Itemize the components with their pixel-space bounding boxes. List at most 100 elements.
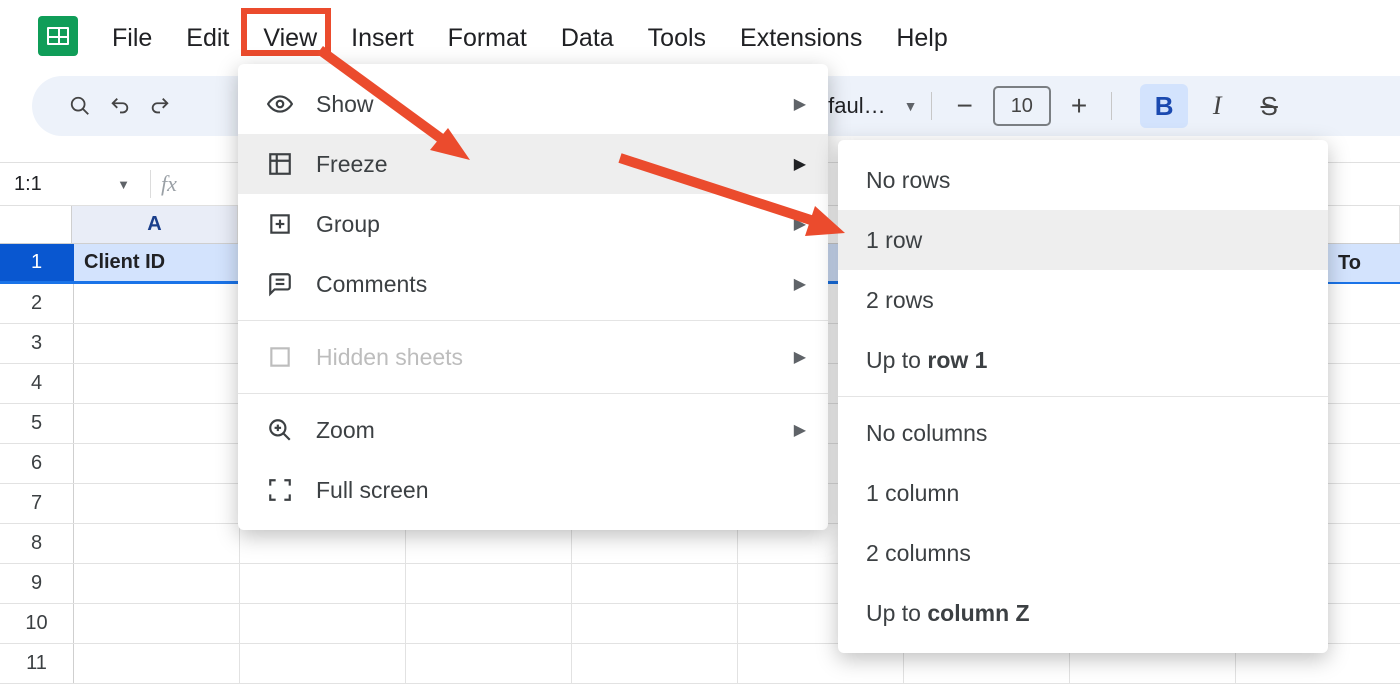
select-all-corner[interactable] xyxy=(0,206,72,243)
freeze-up-to-row[interactable]: Up to row 1 xyxy=(838,330,1328,390)
chevron-down-icon: ▼ xyxy=(904,98,918,114)
font-size-group: − 10 + xyxy=(946,86,1097,126)
cell[interactable] xyxy=(240,644,406,683)
menu-item-label: Group xyxy=(316,211,380,238)
italic-button[interactable]: I xyxy=(1194,84,1240,128)
cell[interactable] xyxy=(240,564,406,603)
decrease-font-size-button[interactable]: − xyxy=(946,90,982,122)
menu-item-label: Hidden sheets xyxy=(316,344,463,371)
row-header[interactable]: 9 xyxy=(0,564,74,603)
cell[interactable] xyxy=(74,564,240,603)
menu-item-label: Show xyxy=(316,91,374,118)
increase-font-size-button[interactable]: + xyxy=(1061,90,1097,122)
comments-icon xyxy=(266,270,294,298)
submenu-arrow-icon: ▶ xyxy=(794,94,806,114)
bold-button[interactable]: B xyxy=(1140,84,1188,128)
hidden-sheets-icon xyxy=(266,343,294,371)
separator xyxy=(150,170,151,198)
cell[interactable] xyxy=(572,644,738,683)
cell[interactable] xyxy=(74,604,240,643)
menubar: File Edit View Insert Format Data Tools … xyxy=(95,14,965,63)
row-header[interactable]: 7 xyxy=(0,484,74,523)
column-header-a[interactable]: A xyxy=(72,206,238,243)
row-header[interactable]: 10 xyxy=(0,604,74,643)
name-box[interactable]: 1:1 ▼ xyxy=(0,173,140,196)
row-header[interactable]: 6 xyxy=(0,444,74,483)
menu-item-full-screen[interactable]: Full screen xyxy=(238,460,828,520)
font-size-input[interactable]: 10 xyxy=(993,86,1051,126)
row-header[interactable]: 11 xyxy=(0,644,74,683)
menu-separator xyxy=(238,393,828,394)
freeze-icon xyxy=(266,150,294,178)
submenu-arrow-icon: ▶ xyxy=(794,154,806,174)
cell[interactable] xyxy=(240,604,406,643)
group-icon xyxy=(266,210,294,238)
undo-icon[interactable] xyxy=(100,86,140,126)
menu-item-group[interactable]: Group ▶ xyxy=(238,194,828,254)
cell-a1[interactable]: Client ID xyxy=(74,244,240,281)
menu-item-zoom[interactable]: Zoom ▶ xyxy=(238,400,828,460)
menu-item-label: 1 column xyxy=(866,480,959,507)
menu-item-label: Comments xyxy=(316,271,427,298)
menu-insert[interactable]: Insert xyxy=(334,14,431,63)
freeze-no-rows[interactable]: No rows xyxy=(838,150,1328,210)
view-dropdown-menu: Show ▶ Freeze ▶ Group ▶ Comments ▶ Hidde… xyxy=(238,64,828,530)
menu-extensions[interactable]: Extensions xyxy=(723,14,879,63)
strikethrough-button[interactable]: S xyxy=(1246,84,1292,128)
cell[interactable] xyxy=(572,564,738,603)
row-header[interactable]: 2 xyxy=(0,284,74,323)
row-header[interactable]: 3 xyxy=(0,324,74,363)
menu-item-label: Full screen xyxy=(316,477,428,504)
freeze-up-to-column[interactable]: Up to column Z xyxy=(838,583,1328,643)
sheets-logo-icon xyxy=(38,16,78,56)
menu-file[interactable]: File xyxy=(95,14,169,63)
menu-item-freeze[interactable]: Freeze ▶ xyxy=(238,134,828,194)
menu-tools[interactable]: Tools xyxy=(631,14,723,63)
menu-item-label: 1 row xyxy=(866,227,922,254)
cell[interactable] xyxy=(572,604,738,643)
menu-item-show[interactable]: Show ▶ xyxy=(238,74,828,134)
search-icon[interactable] xyxy=(60,86,100,126)
cell[interactable] xyxy=(406,564,572,603)
menu-help[interactable]: Help xyxy=(879,14,964,63)
menu-item-comments[interactable]: Comments ▶ xyxy=(238,254,828,314)
menu-item-label: Up to column Z xyxy=(866,600,1030,627)
menu-item-label: 2 columns xyxy=(866,540,971,567)
submenu-arrow-icon: ▶ xyxy=(794,214,806,234)
submenu-arrow-icon: ▶ xyxy=(794,420,806,440)
cell[interactable] xyxy=(74,324,240,363)
row-header[interactable]: 8 xyxy=(0,524,74,563)
toolbar-separator xyxy=(931,92,932,120)
menu-view[interactable]: View xyxy=(246,14,334,63)
toolbar-separator xyxy=(1111,92,1112,120)
cell[interactable] xyxy=(74,524,240,563)
cell[interactable] xyxy=(74,444,240,483)
menu-item-label: Up to row 1 xyxy=(866,347,987,374)
cell[interactable] xyxy=(74,284,240,323)
row-header[interactable]: 4 xyxy=(0,364,74,403)
menu-edit[interactable]: Edit xyxy=(169,14,246,63)
cell[interactable] xyxy=(74,364,240,403)
header-cell-to[interactable]: To xyxy=(1328,244,1400,282)
menu-separator xyxy=(238,320,828,321)
freeze-no-columns[interactable]: No columns xyxy=(838,403,1328,463)
cell[interactable] xyxy=(74,484,240,523)
cell[interactable] xyxy=(74,404,240,443)
menu-separator xyxy=(838,396,1328,397)
freeze-2-columns[interactable]: 2 columns xyxy=(838,523,1328,583)
row-header[interactable]: 1 xyxy=(0,244,74,281)
submenu-arrow-icon: ▶ xyxy=(794,274,806,294)
freeze-1-column[interactable]: 1 column xyxy=(838,463,1328,523)
cell[interactable] xyxy=(406,644,572,683)
redo-icon[interactable] xyxy=(140,86,180,126)
menu-data[interactable]: Data xyxy=(544,14,631,63)
menu-item-label: Freeze xyxy=(316,151,388,178)
row-header[interactable]: 5 xyxy=(0,404,74,443)
freeze-2-rows[interactable]: 2 rows xyxy=(838,270,1328,330)
freeze-1-row[interactable]: 1 row xyxy=(838,210,1328,270)
menu-item-label: No columns xyxy=(866,420,987,447)
cell[interactable] xyxy=(74,644,240,683)
menu-format[interactable]: Format xyxy=(431,14,544,63)
menu-item-hidden-sheets: Hidden sheets ▶ xyxy=(238,327,828,387)
cell[interactable] xyxy=(406,604,572,643)
